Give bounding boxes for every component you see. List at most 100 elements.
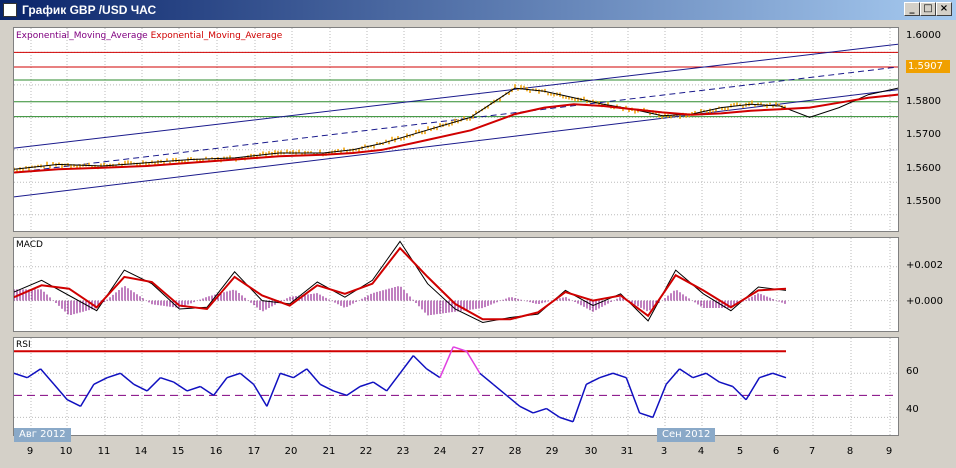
price-ytick: 1.5600 <box>906 163 941 174</box>
rsi-segment <box>226 372 241 379</box>
rsi-ytick: 40 <box>906 404 919 415</box>
rsi-segment <box>359 381 374 388</box>
rsi-segment <box>213 377 228 396</box>
close-button[interactable]: × <box>936 2 952 16</box>
rsi-segment <box>186 385 201 392</box>
rsi-segment <box>719 381 733 388</box>
rsi-segment <box>492 383 507 396</box>
rsi-segment <box>412 355 428 370</box>
rsi-segment <box>14 372 28 379</box>
price-ytick: 1.6000 <box>906 30 941 41</box>
rsi-segment <box>745 377 761 401</box>
x-tick-label: 29 <box>545 446 559 457</box>
x-tick-label: 31 <box>620 446 634 457</box>
rsi-segment <box>66 399 81 408</box>
rsi-segment <box>679 368 694 379</box>
rsi-segment <box>692 372 707 379</box>
current-price-badge: 1.5907 <box>906 60 950 73</box>
rsi-segment <box>106 372 121 379</box>
rsi-segment <box>293 368 308 379</box>
maximize-button[interactable]: □ <box>920 2 936 16</box>
rsi-segment <box>346 385 361 396</box>
macd-label: MACD <box>16 240 43 250</box>
rsi-segment <box>759 372 773 379</box>
rsi-segment <box>612 372 627 379</box>
rsi-segment <box>319 383 334 392</box>
rsi-ytick: 60 <box>906 366 919 377</box>
x-tick-label: 11 <box>97 446 111 457</box>
rsi-segment <box>772 372 787 379</box>
rsi-segment <box>386 372 401 392</box>
rsi-segment <box>586 377 600 385</box>
price-ytick: 1.5800 <box>906 96 941 107</box>
minimize-button[interactable]: _ <box>904 2 920 16</box>
x-tick-label: 4 <box>697 446 705 457</box>
rsi-segment <box>146 377 161 392</box>
macd-signal-line <box>14 246 787 321</box>
rsi-segment <box>732 385 747 401</box>
rsi-segment <box>479 372 494 385</box>
x-tick-label: 23 <box>396 446 410 457</box>
rsi-segment <box>639 412 654 419</box>
rsi-segment <box>279 372 294 379</box>
x-tick-label: 7 <box>808 446 816 457</box>
x-tick-label: 17 <box>247 446 261 457</box>
macd-panel[interactable]: MACD <box>13 237 899 332</box>
rsi-segment <box>133 383 148 392</box>
x-tick-label: 9 <box>885 446 893 457</box>
rsi-segment <box>506 394 521 407</box>
rsi-segment <box>372 381 388 392</box>
rsi-segment <box>120 372 135 385</box>
x-tick-label: 24 <box>433 446 447 457</box>
price-ytick: 1.5700 <box>906 129 941 140</box>
price-panel[interactable]: Exponential_Moving_Average Exponential_M… <box>13 27 899 232</box>
rsi-segment <box>665 368 681 385</box>
x-tick-label: 28 <box>508 446 522 457</box>
rsi-segment <box>572 384 588 423</box>
rsi-segment <box>199 385 215 396</box>
rsi-segment <box>173 381 188 392</box>
rsi-segment <box>160 376 174 383</box>
x-tick-label: 30 <box>584 446 598 457</box>
x-tick-label: 15 <box>171 446 185 457</box>
x-tick-label: 14 <box>134 446 148 457</box>
x-tick-label: 3 <box>660 446 668 457</box>
price-legend: Exponential_Moving_Average Exponential_M… <box>16 31 282 41</box>
x-tick-label: 20 <box>284 446 298 457</box>
rsi-segment <box>519 405 534 414</box>
rsi-segment <box>399 355 414 374</box>
channel-mid-line <box>14 66 898 174</box>
window-titlebar[interactable]: График GBP /USD ЧАС _ □ × <box>0 0 956 20</box>
price-ytick: 1.5500 <box>906 196 941 207</box>
rsi-panel[interactable]: RSI <box>13 337 899 436</box>
legend-ema-fast: Exponential_Moving_Average <box>16 31 148 41</box>
price-plot <box>14 28 898 231</box>
x-tick-label: 27 <box>471 446 485 457</box>
rsi-segment <box>599 372 614 379</box>
x-tick-label: 21 <box>322 446 336 457</box>
x-tick-label: 9 <box>26 446 34 457</box>
rsi-segment <box>652 384 667 418</box>
channel-lower-line <box>14 89 898 198</box>
rsi-label: RSI <box>16 340 31 350</box>
rsi-segment <box>705 372 720 383</box>
legend-ema-slow: Exponential_Moving_Average <box>150 31 283 41</box>
rsi-segment <box>532 407 547 414</box>
x-tick-label: 5 <box>736 446 744 457</box>
month-label-aug: Авг 2012 <box>14 428 71 442</box>
rsi-segment <box>40 368 55 385</box>
macd-ytick: +0.000 <box>906 296 944 307</box>
x-tick-label: 8 <box>846 446 854 457</box>
x-tick-label: 10 <box>59 446 73 457</box>
rsi-segment <box>333 390 347 397</box>
rsi-segment <box>465 350 481 374</box>
x-tick-label: 16 <box>209 446 223 457</box>
rsi-segment <box>266 372 281 407</box>
macd-ytick: +0.002 <box>906 260 944 271</box>
x-tick-label: 6 <box>772 446 780 457</box>
rsi-segment <box>53 383 68 401</box>
month-label-sep: Сен 2012 <box>657 428 716 442</box>
rsi-segment <box>306 368 321 385</box>
window-title: График GBP /USD ЧАС <box>22 3 157 17</box>
rsi-segment <box>559 416 574 423</box>
